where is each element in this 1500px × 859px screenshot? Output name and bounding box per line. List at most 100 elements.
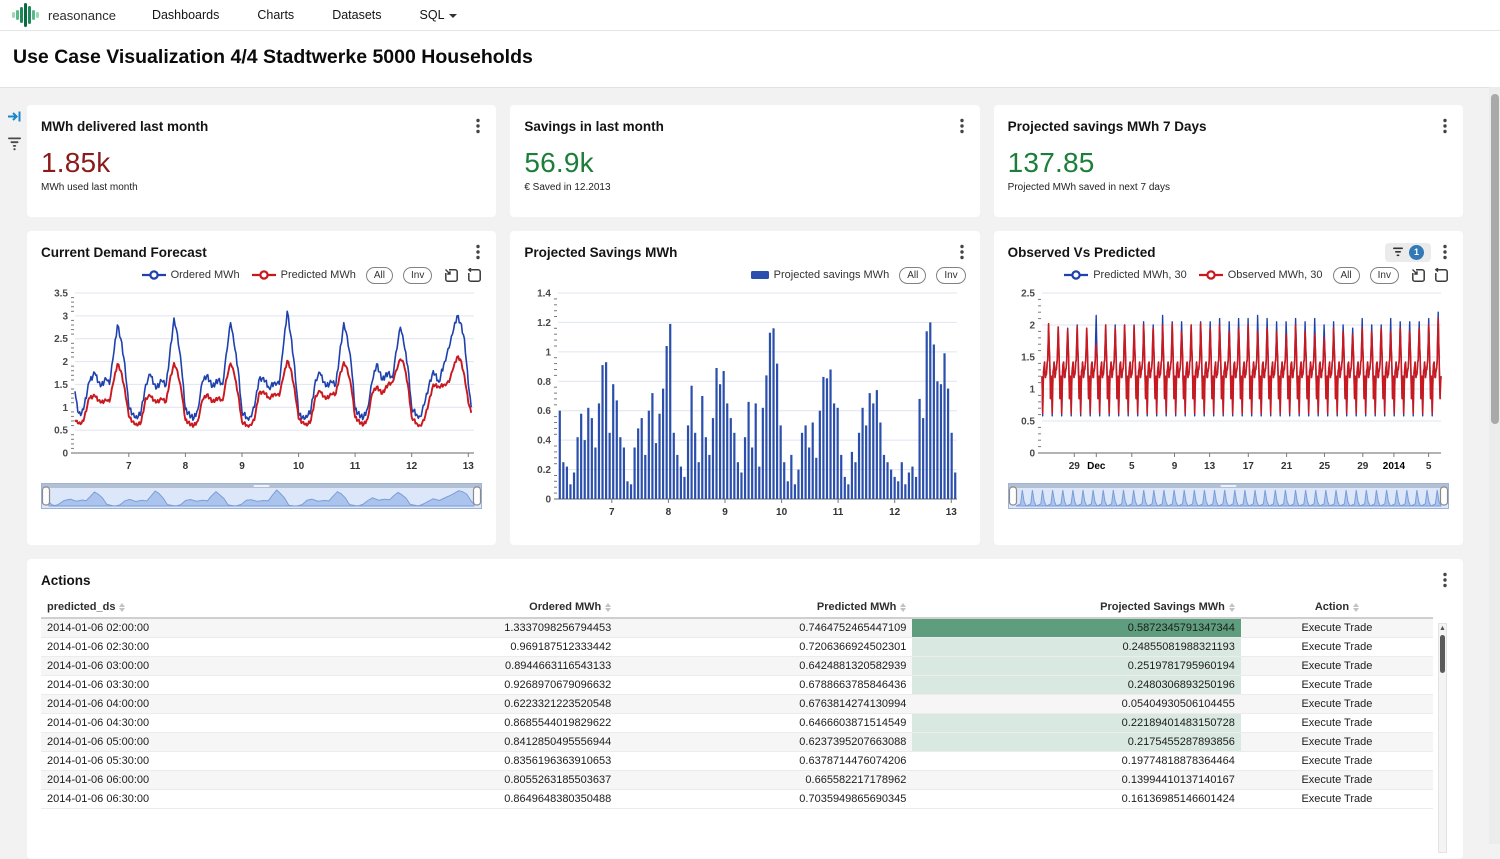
page-header: Use Case Visualization 4/4 Stadtwerke 50… — [0, 31, 1500, 88]
svg-text:1: 1 — [62, 403, 68, 414]
table-row: 2014-01-06 02:30:000.9691875123334420.72… — [41, 638, 1433, 657]
zoom-reset-icon[interactable] — [1434, 268, 1449, 283]
legend-swatch-icon — [751, 270, 769, 280]
cell-action[interactable]: Execute Trade — [1241, 618, 1433, 638]
zoom-reset-icon[interactable] — [467, 268, 482, 283]
cell-projected-savings-mwh: 0.24855081988321193 — [912, 638, 1241, 657]
brand[interactable]: reasonance — [12, 2, 116, 28]
legend-label: Projected savings MWh — [774, 269, 890, 281]
kebab-menu-icon[interactable] — [1441, 242, 1449, 262]
legend-line-marker-icon — [142, 270, 166, 280]
cell-predicted-mwh: 0.7464752465447109 — [617, 618, 912, 638]
svg-text:Dec: Dec — [1087, 461, 1106, 472]
kebab-menu-icon[interactable] — [474, 116, 482, 136]
zoom-select-icon[interactable] — [1411, 268, 1426, 283]
column-header-predicted-mwh[interactable]: Predicted MWh — [617, 597, 912, 618]
nav-item-charts[interactable]: Charts — [257, 8, 294, 22]
cell-action[interactable]: Execute Trade — [1241, 790, 1433, 809]
legend-item[interactable]: Projected savings MWh — [751, 269, 890, 281]
cell-action[interactable]: Execute Trade — [1241, 771, 1433, 790]
sort-icon — [900, 603, 906, 612]
legend-inv-button[interactable]: Inv — [1370, 267, 1399, 284]
svg-text:13: 13 — [946, 507, 958, 518]
kpi-subtitle: MWh used last month — [41, 182, 482, 193]
page-scrollbar-thumb[interactable] — [1491, 94, 1499, 424]
legend-label: Observed MWh, 30 — [1228, 269, 1323, 281]
nav-item-datasets[interactable]: Datasets — [332, 8, 381, 22]
nav-item-sql[interactable]: SQL — [420, 8, 457, 22]
chart-legend: Ordered MWh Predicted MWh All Inv — [41, 263, 482, 287]
legend-item[interactable]: Predicted MWh — [252, 269, 356, 281]
cell-action[interactable]: Execute Trade — [1241, 676, 1433, 695]
data-zoom-canvas[interactable] — [41, 483, 482, 509]
expand-filter-bar-icon[interactable] — [7, 109, 22, 124]
filter-icon[interactable] — [7, 135, 22, 151]
cell-predicted-mwh: 0.6424881320582939 — [617, 657, 912, 676]
table-row: 2014-01-06 06:00:000.80552631855036370.6… — [41, 771, 1433, 790]
cell-action[interactable]: Execute Trade — [1241, 733, 1433, 752]
legend-all-button[interactable]: All — [899, 267, 926, 284]
svg-text:11: 11 — [833, 507, 844, 518]
chart-title: Projected Savings MWh — [524, 245, 677, 260]
svg-text:0.5: 0.5 — [1021, 417, 1035, 428]
cell-projected-savings-mwh: 0.22189401483150728 — [912, 714, 1241, 733]
nav-item-dashboards[interactable]: Dashboards — [152, 8, 219, 22]
cell-predicted-ds: 2014-01-06 02:30:00 — [41, 638, 305, 657]
legend-all-button[interactable]: All — [366, 267, 393, 284]
legend-inv-button[interactable]: Inv — [403, 267, 432, 284]
table-row: 2014-01-06 04:30:000.86855440198296220.6… — [41, 714, 1433, 733]
svg-text:1.4: 1.4 — [537, 289, 551, 300]
svg-text:8: 8 — [666, 507, 672, 518]
cell-action[interactable]: Execute Trade — [1241, 752, 1433, 771]
chart-title: Observed Vs Predicted — [1008, 245, 1156, 260]
zoom-select-icon[interactable] — [444, 268, 459, 283]
page-scrollbar[interactable] — [1489, 87, 1500, 844]
kebab-menu-icon[interactable] — [474, 242, 482, 262]
kebab-menu-icon[interactable] — [958, 242, 966, 262]
chart-canvas[interactable]: 00.511.522.529Dec59131721252920145 — [1008, 287, 1449, 475]
table-row: 2014-01-06 05:00:000.84128504955569440.6… — [41, 733, 1433, 752]
cell-action[interactable]: Execute Trade — [1241, 638, 1433, 657]
cell-predicted-mwh: 0.6788663785846436 — [617, 676, 912, 695]
column-header-projected-savings-mwh[interactable]: Projected Savings MWh — [912, 597, 1241, 618]
cell-projected-savings-mwh: 0.2519781795960194 — [912, 657, 1241, 676]
scroll-up-arrow-icon[interactable]: ▲ — [1439, 624, 1446, 634]
legend-item[interactable]: Observed MWh, 30 — [1199, 269, 1323, 281]
chart-canvas[interactable]: 00.511.522.533.578910111213 — [41, 287, 482, 475]
table-scrollbar[interactable]: ▲ — [1438, 623, 1447, 853]
svg-text:12: 12 — [889, 507, 901, 518]
kebab-menu-icon[interactable] — [1441, 570, 1449, 590]
data-zoom-slider — [1008, 483, 1449, 509]
kebab-menu-icon[interactable] — [1441, 116, 1449, 136]
cell-predicted-ds: 2014-01-06 05:30:00 — [41, 752, 305, 771]
cell-action[interactable]: Execute Trade — [1241, 714, 1433, 733]
cell-projected-savings-mwh: 0.16136985146601424 — [912, 790, 1241, 809]
data-zoom-canvas[interactable] — [1008, 483, 1449, 509]
applied-filters-indicator[interactable]: 1 — [1385, 243, 1431, 262]
chart-card-observed-vs-predicted: Observed Vs Predicted 1 — [994, 231, 1463, 545]
svg-text:1: 1 — [546, 347, 552, 358]
cell-predicted-mwh: 0.6237395207663088 — [617, 733, 912, 752]
cell-predicted-mwh: 0.6466603871514549 — [617, 714, 912, 733]
kebab-menu-icon[interactable] — [958, 116, 966, 136]
cell-action[interactable]: Execute Trade — [1241, 657, 1433, 676]
column-header-ordered-mwh[interactable]: Ordered MWh — [305, 597, 617, 618]
column-header-action[interactable]: Action — [1241, 597, 1433, 618]
legend-item[interactable]: Ordered MWh — [142, 269, 240, 281]
column-header-predicted-ds[interactable]: predicted_ds — [41, 597, 305, 618]
cell-ordered-mwh: 0.8412850495556944 — [305, 733, 617, 752]
svg-text:2: 2 — [62, 357, 68, 368]
kpi-value: 1.85k — [41, 147, 482, 179]
legend-line-marker-icon — [252, 270, 276, 280]
legend-all-button[interactable]: All — [1333, 267, 1360, 284]
table-row: 2014-01-06 02:00:001.33370982567944530.7… — [41, 618, 1433, 638]
sort-icon — [119, 603, 125, 612]
sort-icon — [1229, 603, 1235, 612]
legend-inv-button[interactable]: Inv — [936, 267, 965, 284]
svg-text:8: 8 — [183, 461, 189, 472]
chart-canvas[interactable]: 00.20.40.60.811.21.478910111213 — [524, 287, 965, 523]
cell-action[interactable]: Execute Trade — [1241, 695, 1433, 714]
table-scrollbar-thumb[interactable] — [1440, 635, 1445, 673]
legend-item[interactable]: Predicted MWh, 30 — [1064, 269, 1187, 281]
chart-card-current-demand-forecast: Current Demand Forecast Ordered MWhPredi… — [27, 231, 496, 545]
